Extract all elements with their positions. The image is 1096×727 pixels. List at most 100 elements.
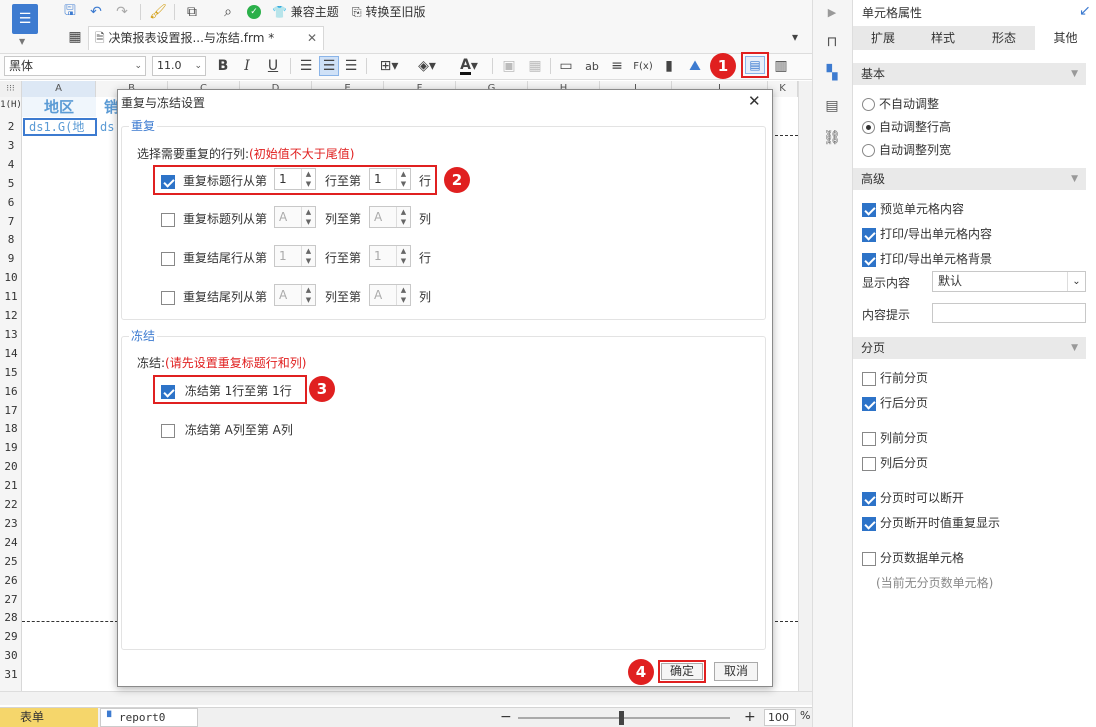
repeat-from-stepper[interactable]: 1 ▲ ▼ — [274, 168, 316, 190]
repeat-row-checkbox[interactable]: 重复标题列从第 — [161, 210, 267, 227]
save-icon[interactable]: 🖫 — [60, 2, 80, 22]
grid-icon[interactable]: ▦ — [66, 28, 84, 46]
ok-button[interactable]: 确定 — [661, 663, 703, 680]
cell-a1[interactable]: 地区 — [22, 97, 96, 117]
underline-icon[interactable]: U — [264, 57, 282, 75]
tab-style[interactable]: 样式 — [913, 26, 973, 50]
row-header[interactable]: 9 — [0, 252, 22, 265]
row-header[interactable]: 15 — [0, 366, 22, 379]
zoom-out-button[interactable]: − — [500, 708, 512, 726]
tab-form[interactable]: 形态 — [973, 26, 1035, 50]
row-header[interactable]: 29 — [0, 630, 22, 643]
fill-color-icon[interactable]: ◈▾ — [412, 57, 442, 75]
repeat-from-stepper[interactable]: A ▲ ▼ — [274, 284, 316, 306]
row-header[interactable]: 6 — [0, 196, 22, 209]
row-header[interactable]: 1(H) — [0, 100, 22, 110]
row-header[interactable]: 18 — [0, 422, 22, 435]
sheet-tab-form[interactable]: 表单 — [0, 708, 98, 727]
collapse-arrow-icon[interactable]: ▶ — [822, 2, 842, 22]
border-icon[interactable]: ⊞▾ — [374, 57, 404, 75]
section-basic[interactable]: 基本 ▼ — [853, 63, 1086, 85]
row-header[interactable]: 23 — [0, 517, 22, 530]
repeat-row-checkbox[interactable]: 重复结尾列从第 — [161, 288, 267, 305]
stepper-arrows-icon[interactable]: ▲ ▼ — [396, 246, 410, 266]
check-icon[interactable]: ✓ — [244, 2, 264, 22]
row-header[interactable]: 28 — [0, 611, 22, 624]
sheet-tab-report[interactable]: ▘ report0 — [100, 708, 198, 727]
check-page-after-row[interactable]: 行后分页 — [862, 394, 928, 411]
row-header[interactable]: 14 — [0, 347, 22, 360]
stepper-arrows-icon[interactable]: ▲ ▼ — [301, 285, 315, 305]
bold-icon[interactable]: B — [214, 57, 232, 75]
redo-icon[interactable]: ↷ — [112, 2, 132, 22]
section-advanced[interactable]: 高级 ▼ — [853, 168, 1086, 190]
align-center-icon[interactable]: ☰ — [319, 56, 339, 76]
zoom-in-button[interactable]: + — [744, 708, 756, 726]
repeat-to-stepper[interactable]: 1 ▲ ▼ — [369, 168, 411, 190]
repeat-to-stepper[interactable]: A ▲ ▼ — [369, 284, 411, 306]
horizontal-scrollbar[interactable] — [0, 691, 812, 705]
theme-compat-button[interactable]: 👕 兼容主题 — [272, 3, 339, 20]
stepper-arrows-icon[interactable]: ▲ ▼ — [396, 285, 410, 305]
align-left-icon[interactable]: ☰ — [297, 57, 315, 75]
row-header[interactable]: 16 — [0, 385, 22, 398]
italic-icon[interactable]: I — [238, 57, 256, 75]
freeze-cols-checkbox[interactable]: 冻结第 A列至第 A列 — [161, 421, 293, 438]
check-page-after-col[interactable]: 列后分页 — [862, 454, 928, 471]
radio-no-auto[interactable]: 不自动调整 — [862, 95, 939, 112]
row-header[interactable]: 13 — [0, 328, 22, 341]
cell-b2[interactable]: ds — [100, 119, 118, 135]
row-header[interactable]: 30 — [0, 649, 22, 662]
row-header[interactable]: 22 — [0, 498, 22, 511]
formula-icon[interactable]: F(x) — [632, 57, 654, 75]
link-icon[interactable]: ⛓ — [822, 128, 842, 148]
check-paging-data-cell[interactable]: 分页数据单元格 — [862, 549, 964, 566]
textbox-icon[interactable]: ▭ — [557, 57, 575, 75]
row-header[interactable]: 3 — [0, 139, 22, 152]
row-header[interactable]: 24 — [0, 536, 22, 549]
repeat-from-stepper[interactable]: 1 ▲ ▼ — [274, 245, 316, 267]
align-right-icon[interactable]: ☰ — [342, 57, 360, 75]
vertical-scrollbar[interactable] — [798, 81, 812, 691]
corner-cell[interactable]: ⁝⁝⁝ — [0, 81, 22, 97]
cell-attr-icon[interactable]: ▚ — [822, 63, 842, 83]
tab-other[interactable]: 其他 — [1035, 26, 1096, 50]
stepper-arrows-icon[interactable]: ▲ ▼ — [301, 169, 315, 189]
row-header[interactable]: 19 — [0, 441, 22, 454]
brush-icon[interactable]: 🖌 — [148, 2, 168, 22]
chevron-down-icon[interactable]: ▼ — [19, 37, 25, 46]
repeat-row-checkbox[interactable]: 重复结尾行从第 — [161, 249, 267, 266]
repeat-from-stepper[interactable]: A ▲ ▼ — [274, 206, 316, 228]
font-size-select[interactable]: 11.0 ⌄ — [152, 56, 206, 76]
convert-old-button[interactable]: ⎘ 转换至旧版 — [352, 3, 425, 20]
pin-icon[interactable]: ▾ — [786, 28, 804, 46]
row-header[interactable]: 27 — [0, 593, 22, 606]
widget-icon[interactable]: ⊓ — [822, 32, 842, 52]
stepper-arrows-icon[interactable]: ▲ ▼ — [301, 207, 315, 227]
row-header[interactable]: 20 — [0, 460, 22, 473]
row-header[interactable]: 11 — [0, 290, 22, 303]
tab-expand[interactable]: 扩展 — [853, 26, 913, 50]
row-header[interactable]: 2 — [0, 120, 22, 133]
check-print-background[interactable]: 打印/导出单元格背景 — [862, 250, 992, 267]
row-header[interactable]: 8 — [0, 233, 22, 246]
font-color-icon[interactable]: A ▾ — [452, 56, 486, 76]
row-header[interactable]: 10 — [0, 271, 22, 284]
check-print-content[interactable]: 打印/导出单元格内容 — [862, 225, 992, 242]
row-header[interactable]: 25 — [0, 555, 22, 568]
app-menu-button[interactable]: ☰ — [12, 4, 38, 34]
file-tab[interactable]: 🗎 决策报表设置报...与冻结.frm * ✕ — [88, 26, 324, 50]
text-icon[interactable]: ab — [582, 57, 602, 75]
row-header[interactable]: 12 — [0, 309, 22, 322]
check-preview-content[interactable]: 预览单元格内容 — [862, 200, 964, 217]
expand-arrow-icon[interactable]: ↙ — [1079, 3, 1091, 19]
repeat-freeze-icon[interactable]: ▤ — [745, 56, 765, 74]
check-repeat-on-break[interactable]: 分页断开时值重复显示 — [862, 514, 1000, 531]
row-header[interactable]: 26 — [0, 574, 22, 587]
repeat-to-stepper[interactable]: A ▲ ▼ — [369, 206, 411, 228]
freeze-rows-checkbox[interactable]: 冻结第 1行至第 1行 — [161, 382, 292, 399]
stepper-arrows-icon[interactable]: ▲ ▼ — [396, 207, 410, 227]
row-header[interactable]: 4 — [0, 158, 22, 171]
undo-icon[interactable]: ↶ — [86, 2, 106, 22]
split-icon[interactable]: ▦ — [526, 57, 544, 75]
